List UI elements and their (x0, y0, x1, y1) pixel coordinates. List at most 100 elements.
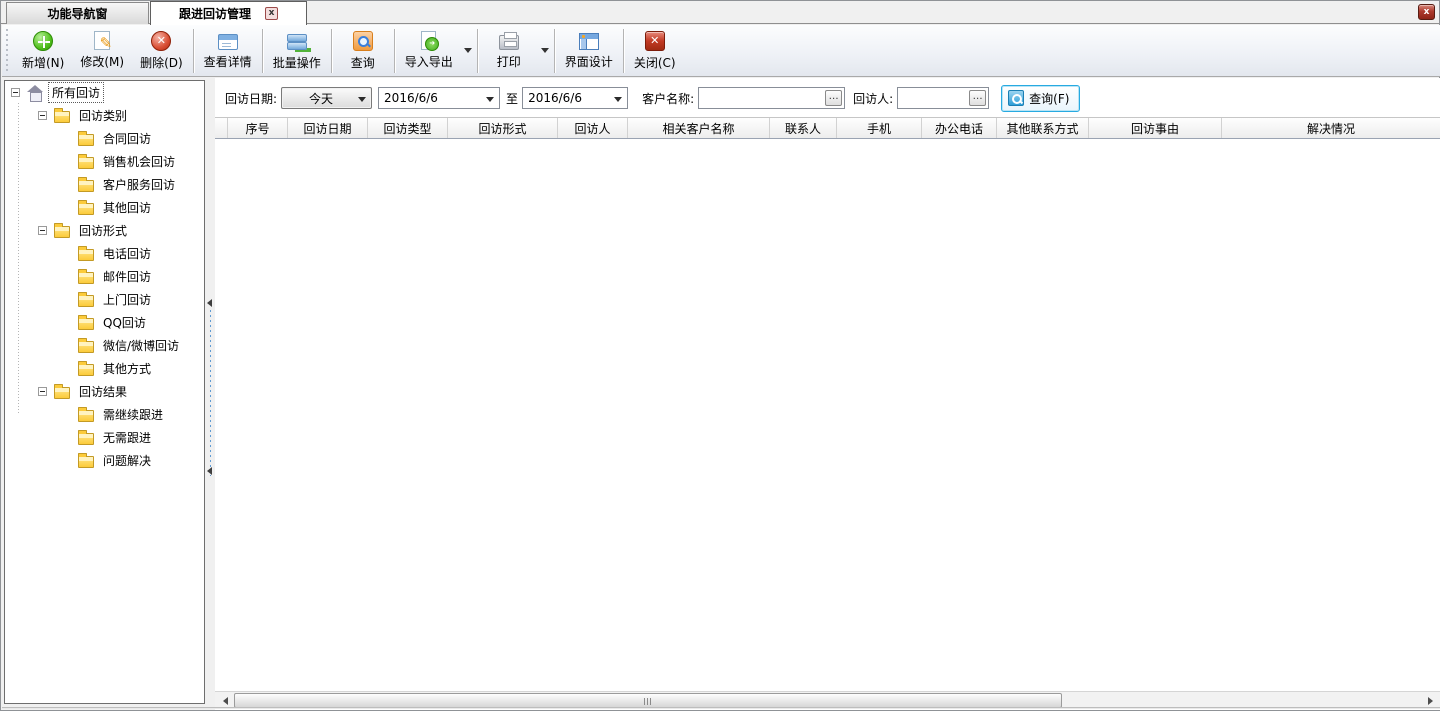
collapse-icon[interactable] (38, 226, 47, 235)
scrollbar-thumb[interactable] (234, 693, 1062, 708)
column-header-visitor[interactable]: 回访人 (558, 118, 628, 138)
tree-item-label: 需继续跟进 (100, 405, 166, 424)
tree-item-customer-service-visit[interactable]: 客户服务回访 (5, 173, 204, 196)
add-button-label: 新增(N) (22, 54, 64, 71)
date-to-select[interactable]: 2016/6/6 (522, 87, 628, 109)
panel-splitter[interactable] (206, 78, 215, 710)
collapse-icon[interactable] (11, 88, 20, 97)
tree-item-label: 回访类别 (76, 106, 130, 125)
tree-item-email-visit[interactable]: 邮件回访 (5, 265, 204, 288)
close-icon (645, 31, 665, 51)
collapse-icon[interactable] (38, 387, 47, 396)
app-window: 功能导航窗 跟进回访管理 x x 新增(N) 修改(M) 删除(D) 查看详情 (0, 0, 1440, 711)
ui-design-icon (579, 33, 599, 50)
date-from-value: 2016/6/6 (384, 91, 438, 105)
tree-item-other-visit[interactable]: 其他回访 (5, 196, 204, 219)
date-from-select[interactable]: 2016/6/6 (378, 87, 500, 109)
toolbar-separator (262, 29, 263, 73)
column-header-contact[interactable]: 联系人 (770, 118, 837, 138)
print-icon (499, 35, 519, 50)
tree-item-all-visits[interactable]: 所有回访 (5, 81, 204, 104)
tree-item-label: 邮件回访 (100, 267, 154, 286)
collapse-left-icon[interactable] (207, 467, 212, 475)
tab-close-icon[interactable]: x (265, 7, 278, 20)
delete-button[interactable]: 删除(D) (132, 27, 191, 75)
grid-body-empty[interactable] (215, 139, 1440, 684)
tree-item-contract-visit[interactable]: 合同回访 (5, 127, 204, 150)
tree-item-label: 电话回访 (100, 244, 154, 263)
collapse-icon[interactable] (38, 111, 47, 120)
tree-item-door-visit[interactable]: 上门回访 (5, 288, 204, 311)
edit-button[interactable]: 修改(M) (72, 27, 132, 75)
horizontal-scrollbar[interactable] (215, 691, 1440, 708)
folder-icon (78, 364, 94, 376)
tree-item-no-follow-up[interactable]: 无需跟进 (5, 426, 204, 449)
browse-customer-button[interactable]: … (825, 90, 842, 106)
tree-item-visit-method[interactable]: 回访形式 (5, 219, 204, 242)
tab-strip: 功能导航窗 跟进回访管理 x x (1, 1, 1439, 24)
tree-item-qq-visit[interactable]: QQ回访 (5, 311, 204, 334)
close-button[interactable]: 关闭(C) (626, 27, 684, 75)
tree-item-visit-result[interactable]: 回访结果 (5, 380, 204, 403)
column-header-office-phone[interactable]: 办公电话 (922, 118, 997, 138)
delete-icon (151, 31, 171, 51)
column-header-other-contact[interactable]: 其他联系方式 (997, 118, 1089, 138)
add-button[interactable]: 新增(N) (14, 27, 72, 75)
toolbar-separator (394, 29, 395, 73)
import-export-dropdown-arrow[interactable] (461, 27, 475, 75)
tab-follow-up-label: 跟进回访管理 (179, 5, 251, 22)
collapse-left-icon[interactable] (207, 299, 212, 307)
batch-ops-button[interactable]: 批量操作 (265, 27, 329, 75)
toolbar-drag-grip[interactable] (4, 29, 10, 73)
tree-item-other-method[interactable]: 其他方式 (5, 357, 204, 380)
import-export-icon (421, 31, 436, 50)
tree-item-label: 客户服务回访 (100, 175, 178, 194)
view-details-button[interactable]: 查看详情 (196, 27, 260, 75)
column-header-visit-reason[interactable]: 回访事由 (1089, 118, 1222, 138)
column-header-resolution[interactable]: 解决情况 (1222, 118, 1440, 138)
visitor-field-wrap: … (897, 87, 989, 109)
import-export-button[interactable]: 导入导出 (397, 27, 461, 75)
query-button[interactable]: 查询 (334, 27, 392, 75)
column-header-index[interactable]: 序号 (228, 118, 288, 138)
search-button[interactable]: 查询(F) (1001, 85, 1080, 112)
print-dropdown-arrow[interactable] (538, 27, 552, 75)
print-button[interactable]: 打印 (480, 27, 538, 75)
toolbar-separator (623, 29, 624, 73)
date-preset-value: 今天 (309, 90, 333, 107)
import-export-label: 导入导出 (405, 53, 453, 70)
browse-visitor-button[interactable]: … (969, 90, 986, 106)
column-header-visit-type[interactable]: 回访类型 (368, 118, 448, 138)
customer-name-input[interactable] (699, 88, 844, 108)
tree-item-label: 无需跟进 (100, 428, 154, 447)
tab-follow-up-management[interactable]: 跟进回访管理 x (150, 1, 307, 25)
tree-item-need-follow-up[interactable]: 需继续跟进 (5, 403, 204, 426)
folder-icon (78, 341, 94, 353)
column-header-visit-date[interactable]: 回访日期 (288, 118, 368, 138)
tab-function-nav[interactable]: 功能导航窗 (6, 2, 149, 24)
folder-icon (78, 410, 94, 422)
tree-item-phone-visit[interactable]: 电话回访 (5, 242, 204, 265)
tree-item-sales-opportunity-visit[interactable]: 销售机会回访 (5, 150, 204, 173)
splitter-dots (210, 310, 211, 476)
tree-item-label: 上门回访 (100, 290, 154, 309)
search-icon (1008, 90, 1024, 106)
column-header-visit-method[interactable]: 回访形式 (448, 118, 558, 138)
ui-design-label: 界面设计 (565, 53, 613, 70)
add-icon (33, 31, 53, 51)
tree-item-wechat-weibo-visit[interactable]: 微信/微博回访 (5, 334, 204, 357)
folder-icon (54, 226, 70, 238)
visitor-label: 回访人: (853, 90, 893, 107)
date-preset-select[interactable]: 今天 (281, 87, 372, 109)
ui-design-button[interactable]: 界面设计 (557, 27, 621, 75)
column-header-customer-name[interactable]: 相关客户名称 (628, 118, 770, 138)
window-close-button[interactable]: x (1418, 4, 1435, 20)
edit-button-label: 修改(M) (80, 53, 124, 70)
tree-item-problem-solved[interactable]: 问题解决 (5, 449, 204, 472)
folder-icon (54, 387, 70, 399)
tree-item-visit-category[interactable]: 回访类别 (5, 104, 204, 127)
column-header-mobile[interactable]: 手机 (837, 118, 922, 138)
visit-date-label: 回访日期: (225, 90, 277, 107)
folder-icon (54, 111, 70, 123)
customer-name-field-wrap: … (698, 87, 845, 109)
